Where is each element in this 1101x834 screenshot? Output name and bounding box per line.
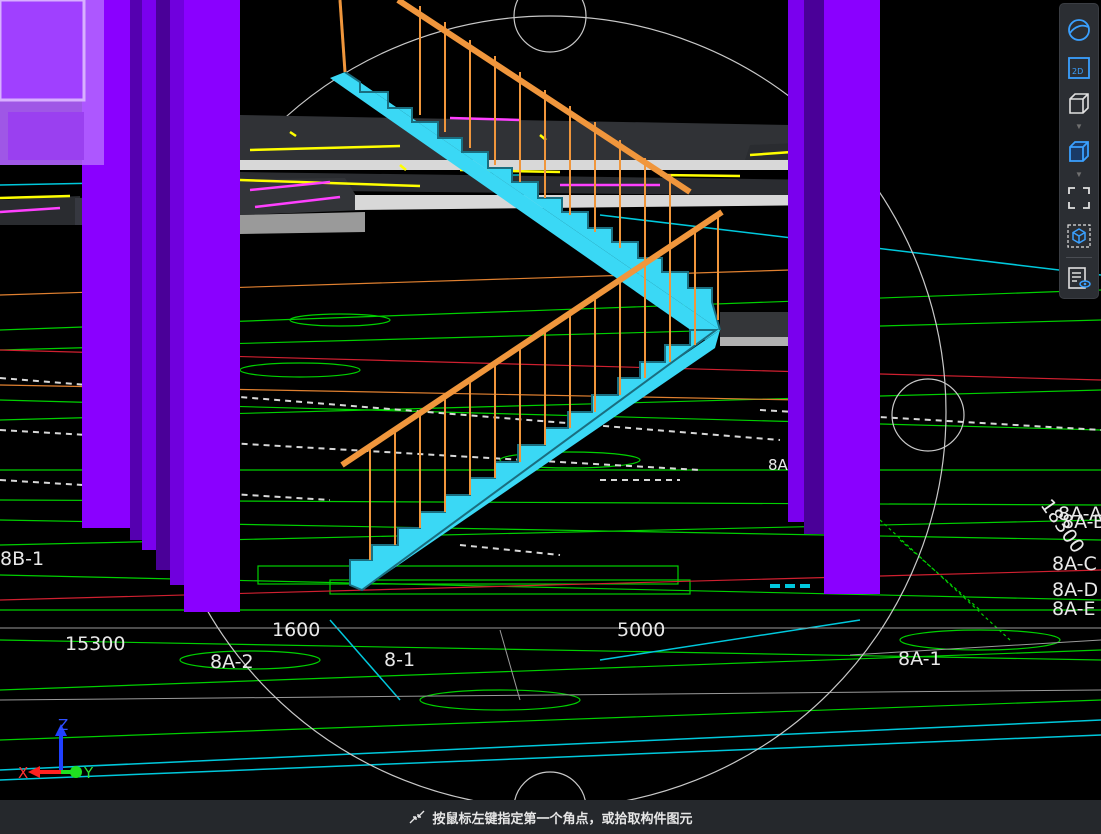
3d-box-view-button[interactable] <box>1065 90 1093 118</box>
crosshair-corner-icon <box>408 809 426 825</box>
cube-blue-icon <box>1069 141 1089 162</box>
axis-z-label: Z <box>58 716 68 734</box>
axis-label-8a-2: 8A-2 <box>210 651 254 673</box>
list-eye-icon <box>1068 267 1091 289</box>
axis-label-8b-1: 8B-1 <box>0 548 44 570</box>
axis-gizmo: Z X Y <box>14 716 104 786</box>
orbit-icon <box>1068 19 1090 41</box>
cube-dashed-icon <box>1067 224 1091 248</box>
model-scene[interactable]: 15300 1600 5000 18300 8A-2 8-1 8A-1 8B-1… <box>0 0 1101 800</box>
2d-view-button[interactable]: 2D <box>1065 54 1093 82</box>
axis-label-8a-c: 8A-C <box>1052 553 1097 575</box>
local-3d-button[interactable] <box>1065 222 1093 250</box>
fullscreen-corners-icon <box>1068 187 1090 209</box>
orbit-view-button[interactable] <box>1065 16 1093 44</box>
view-toolbar: 2D ▼ ▼ <box>1060 4 1098 298</box>
dimension-5000: 5000 <box>617 619 665 641</box>
2d-icon-label: 2D <box>1072 67 1083 76</box>
3d-solid-view-button[interactable] <box>1065 138 1093 166</box>
axis-label-8a-1: 8A-1 <box>898 648 942 670</box>
chevron-down-icon: ▼ <box>1075 170 1083 179</box>
floor-markers <box>770 584 810 588</box>
dimension-15300: 15300 <box>65 633 125 655</box>
axis-y-label: Y <box>83 764 94 782</box>
zoom-extents-button[interactable] <box>1065 184 1093 212</box>
2d-icon: 2D <box>1068 57 1090 79</box>
axis-x-label: X <box>18 764 28 782</box>
cube-outline-icon <box>1069 93 1089 114</box>
axis-label-8a-b: 8A-B <box>1062 511 1101 533</box>
axis-label-8a-e: 8A-E <box>1052 598 1096 620</box>
toolbar-divider <box>1066 257 1092 258</box>
status-message: 按鼠标左键指定第一个角点，或拾取构件图元 <box>432 810 693 826</box>
axis-label-8a-partial: 8A <box>768 456 789 474</box>
dimension-1600: 1600 <box>272 619 320 641</box>
axis-label-8-1: 8-1 <box>384 649 415 671</box>
view-list-button[interactable] <box>1065 264 1093 292</box>
status-bar: 按鼠标左键指定第一个角点，或拾取构件图元 <box>0 800 1101 834</box>
chevron-down-icon: ▼ <box>1075 122 1083 131</box>
3d-viewport[interactable]: 15300 1600 5000 18300 8A-2 8-1 8A-1 8B-1… <box>0 0 1101 800</box>
